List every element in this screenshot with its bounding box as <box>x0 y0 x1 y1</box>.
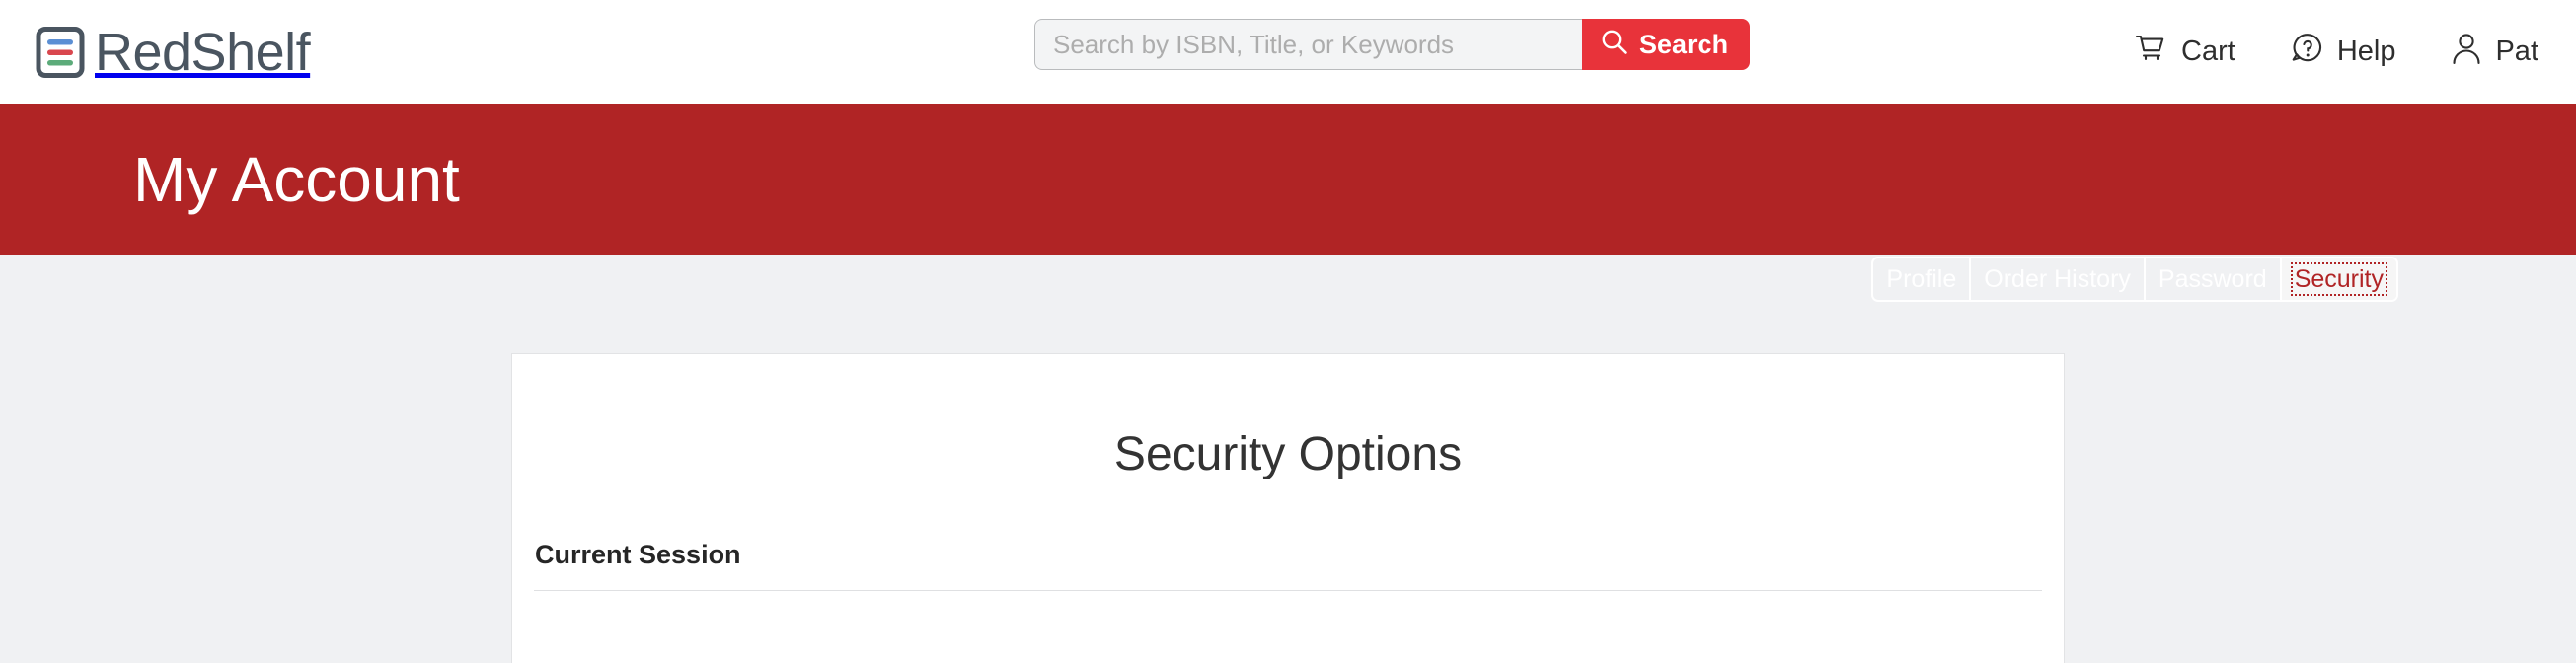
search-input[interactable] <box>1034 19 1582 70</box>
search-button-label: Search <box>1639 29 1729 59</box>
shopping-cart-icon <box>2135 33 2168 72</box>
logo-text: RedShelf <box>95 22 311 82</box>
search-button[interactable]: Search <box>1582 19 1751 70</box>
card-title: Security Options <box>1113 428 1463 480</box>
tab-security[interactable]: Security <box>2281 258 2396 300</box>
tab-order-history[interactable]: Order History <box>1971 258 2146 300</box>
question-bubble-icon <box>2291 32 2324 73</box>
search-bar: Search <box>1034 19 1751 70</box>
account-label: Pat <box>2495 36 2538 67</box>
tab-profile-label: Profile <box>1886 264 1957 293</box>
page-title: My Account <box>133 143 460 215</box>
header-utility-links: Cart Help Pat <box>2135 0 2538 104</box>
security-options-card: Security Options Current Session <box>511 353 2065 663</box>
cart-label: Cart <box>2181 36 2235 67</box>
site-header: RedShelf Search Cart <box>0 0 2576 104</box>
tab-security-label: Security <box>2290 261 2388 297</box>
redshelf-logo[interactable]: RedShelf <box>36 22 311 82</box>
current-session-label: Current Session <box>535 540 741 569</box>
tab-profile[interactable]: Profile <box>1873 258 1972 300</box>
account-link[interactable]: Pat <box>2451 32 2538 73</box>
search-icon <box>1600 28 1628 62</box>
account-tabs: Profile Order History Password Security <box>1871 257 2398 302</box>
tab-password-label: Password <box>2158 264 2267 293</box>
user-icon <box>2451 32 2482 73</box>
tab-order-history-label: Order History <box>1984 264 2131 293</box>
tab-password[interactable]: Password <box>2146 258 2282 300</box>
cart-link[interactable]: Cart <box>2135 33 2235 72</box>
document-lines-icon <box>36 26 85 78</box>
account-banner: My Account Profile Order History Passwor… <box>0 104 2576 302</box>
page-body: Security Options Current Session <box>0 255 2576 663</box>
help-label: Help <box>2336 36 2396 67</box>
help-link[interactable]: Help <box>2291 32 2396 73</box>
section-divider <box>534 590 2042 591</box>
